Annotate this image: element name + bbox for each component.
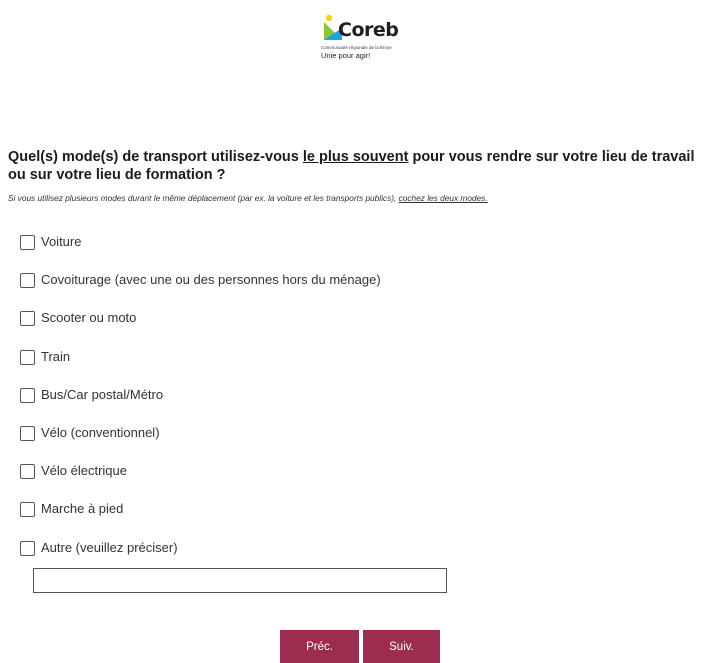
option-label[interactable]: Covoiturage (avec une ou des personnes h… bbox=[41, 270, 381, 289]
question-hint: Si vous utilisez plusieurs modes durant … bbox=[8, 193, 698, 203]
checkbox[interactable] bbox=[20, 464, 35, 480]
logo-subtitle: Communauté régionale de la Broye bbox=[321, 45, 392, 50]
option-label[interactable]: Voiture bbox=[41, 232, 81, 251]
option-label[interactable]: Vélo (conventionnel) bbox=[41, 423, 160, 442]
checkbox[interactable] bbox=[20, 540, 35, 556]
option-velo[interactable]: Vélo (conventionnel) bbox=[20, 423, 680, 461]
option-voiture[interactable]: Voiture bbox=[20, 232, 680, 270]
option-label[interactable]: Vélo électrique bbox=[41, 461, 127, 480]
next-button[interactable]: Suiv. bbox=[363, 630, 440, 663]
option-velo-electrique[interactable]: Vélo électrique bbox=[20, 461, 680, 499]
transport-options-list: Voiture Covoiturage (avec une ou des per… bbox=[20, 232, 680, 576]
question-title-emphasis: le plus souvent bbox=[302, 149, 409, 165]
checkbox[interactable] bbox=[20, 349, 35, 365]
option-train[interactable]: Train bbox=[20, 347, 680, 385]
question-title: Quel(s) mode(s) de transport utilisez-vo… bbox=[8, 148, 698, 184]
question-title-part1: Quel(s) mode(s) de transport utilisez-vo… bbox=[8, 149, 303, 165]
question-hint-emphasis: cochez les deux modes. bbox=[398, 193, 488, 203]
option-label[interactable]: Scooter ou moto bbox=[41, 308, 136, 327]
question-hint-part1: Si vous utilisez plusieurs modes durant … bbox=[8, 193, 399, 203]
logo-tagline: Unie pour agir! bbox=[321, 51, 371, 60]
previous-button[interactable]: Préc. bbox=[280, 630, 359, 663]
checkbox[interactable] bbox=[20, 502, 35, 518]
checkbox[interactable] bbox=[20, 235, 35, 250]
other-specify-input[interactable] bbox=[33, 568, 447, 593]
option-label[interactable]: Autre (veuillez préciser) bbox=[41, 538, 178, 557]
option-marche[interactable]: Marche à pied bbox=[20, 499, 680, 537]
option-label[interactable]: Marche à pied bbox=[41, 499, 123, 518]
checkbox[interactable] bbox=[20, 387, 35, 403]
logo-wordmark: Coreb bbox=[338, 19, 399, 41]
option-scooter-moto[interactable]: Scooter ou moto bbox=[20, 308, 680, 346]
checkbox[interactable] bbox=[20, 311, 35, 327]
checkbox[interactable] bbox=[20, 273, 35, 289]
coreb-logo: Coreb Communauté régionale de la Broye U… bbox=[318, 14, 399, 64]
option-label[interactable]: Train bbox=[41, 347, 70, 366]
option-covoiturage[interactable]: Covoiturage (avec une ou des personnes h… bbox=[20, 270, 680, 308]
checkbox[interactable] bbox=[20, 425, 35, 441]
option-bus[interactable]: Bus/Car postal/Métro bbox=[20, 385, 680, 423]
option-label[interactable]: Bus/Car postal/Métro bbox=[41, 385, 163, 404]
